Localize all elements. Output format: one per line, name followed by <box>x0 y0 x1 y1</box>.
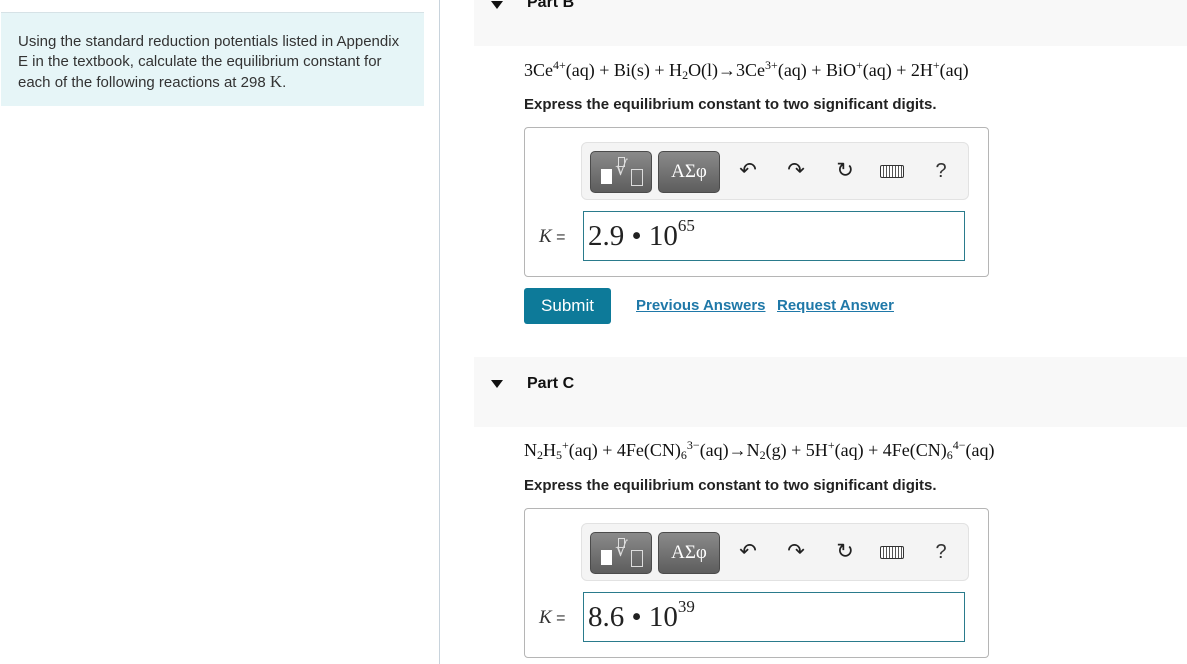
equation-supscript: 4+ <box>553 58 566 72</box>
problem-statement-pane: Using the standard reduction potentials … <box>0 0 440 664</box>
equation-supscript: 3+ <box>765 58 778 72</box>
equation-text: N <box>524 440 537 460</box>
equation-text: (aq) + 2H <box>862 60 933 80</box>
equation-supscript: + <box>562 438 569 452</box>
answer-operator: • <box>631 220 642 252</box>
part-b-header[interactable]: Part B <box>474 0 1187 46</box>
part-c-answer-box: √ ΑΣφ ↶ ↷ ↻ ? K = 8.6 • 1039 <box>524 508 989 658</box>
problem-intro: Using the standard reduction potentials … <box>1 12 424 106</box>
equation-text: (aq) <box>939 60 969 80</box>
equation-supscript: 4− <box>952 438 966 452</box>
part-c-instruction: Express the equilibrium constant to two … <box>524 477 937 494</box>
redo-icon[interactable]: ↷ <box>783 538 809 566</box>
radicand-box <box>631 169 643 186</box>
help-icon[interactable]: ? <box>928 157 954 185</box>
part-b-instruction: Express the equilibrium constant to two … <box>524 96 937 113</box>
equation-text: (aq) + Bi(s) + H <box>565 60 683 80</box>
reset-icon[interactable]: ↻ <box>832 157 858 185</box>
templates-icon <box>601 550 612 565</box>
templates-button[interactable]: √ <box>590 532 652 574</box>
k-label: K = <box>539 607 566 628</box>
part-b-equation: 3Ce4+(aq) + Bi(s) + H2O(l)→3Ce3+(aq) + B… <box>524 58 969 81</box>
previous-answers-link[interactable]: Previous Answers <box>636 297 766 314</box>
equation-supscript: + <box>932 58 940 72</box>
greek-symbols-button[interactable]: ΑΣφ <box>658 532 720 574</box>
help-icon[interactable]: ? <box>928 538 954 566</box>
k-symbol: K <box>539 607 552 628</box>
answer-mantissa: 2.9 <box>588 220 625 252</box>
reset-icon[interactable]: ↻ <box>832 538 858 566</box>
equation-text: (aq) + 4Fe(CN) <box>568 440 681 460</box>
answer-base: 10 <box>648 601 678 633</box>
math-toolbar: √ ΑΣφ ↶ ↷ ↻ ? <box>581 142 969 200</box>
equation-text: O(l)→3Ce <box>688 60 766 80</box>
k-symbol: K <box>539 226 552 247</box>
part-b-answer-box: √ ΑΣφ ↶ ↷ ↻ ? K = 2.9 • 1065 <box>524 127 989 277</box>
answer-operator: • <box>631 601 642 633</box>
intro-end: . <box>282 74 287 91</box>
k-label: K = <box>539 226 566 247</box>
equation-text: H <box>543 440 556 460</box>
equation-supscript: + <box>855 58 863 72</box>
answer-mantissa: 8.6 <box>588 601 625 633</box>
submit-button[interactable]: Submit <box>524 288 611 324</box>
part-c-title: Part C <box>527 375 575 392</box>
keyboard-icon[interactable] <box>879 157 905 185</box>
equation-text: (aq) <box>965 440 995 460</box>
equation-text: 3Ce <box>524 60 553 80</box>
equation-supscript: 3− <box>686 438 700 452</box>
math-toolbar: √ ΑΣφ ↶ ↷ ↻ ? <box>581 523 969 581</box>
radical-icon: √ <box>615 537 628 561</box>
collapse-triangle-icon[interactable] <box>491 380 503 388</box>
radicand-box <box>631 550 643 567</box>
answer-base: 10 <box>648 220 678 252</box>
keyboard-icon[interactable] <box>879 538 905 566</box>
part-b-title: Part B <box>527 0 575 11</box>
part-b-answer-input[interactable]: 2.9 • 1065 <box>583 211 965 261</box>
redo-icon[interactable]: ↷ <box>783 157 809 185</box>
part-c-header[interactable]: Part C <box>474 357 1187 427</box>
undo-icon[interactable]: ↶ <box>735 157 761 185</box>
part-c-answer-input[interactable]: 8.6 • 1039 <box>583 592 965 642</box>
equation-text: (aq) + 4Fe(CN) <box>834 440 947 460</box>
undo-icon[interactable]: ↶ <box>735 538 761 566</box>
greek-symbols-button[interactable]: ΑΣφ <box>658 151 720 193</box>
equation-supscript: + <box>827 438 835 452</box>
keyboard-glyph <box>880 165 904 178</box>
templates-icon <box>601 169 612 184</box>
request-answer-link[interactable]: Request Answer <box>777 297 894 314</box>
keyboard-glyph <box>880 546 904 559</box>
radical-icon: √ <box>615 156 628 180</box>
collapse-triangle-icon[interactable] <box>491 1 503 9</box>
intro-unit: K <box>269 72 283 91</box>
equation-text: (aq)→N <box>699 440 760 460</box>
equation-text: (g) + 5H <box>765 440 828 460</box>
templates-button[interactable]: √ <box>590 151 652 193</box>
answer-exponent: 39 <box>677 597 695 616</box>
equation-text: (aq) + BiO <box>777 60 856 80</box>
part-c-equation: N2H5+(aq) + 4Fe(CN)63−(aq)→N2(g) + 5H+(a… <box>524 438 995 461</box>
answer-exponent: 65 <box>677 216 695 235</box>
intro-text: Using the standard reduction potentials … <box>18 33 400 91</box>
